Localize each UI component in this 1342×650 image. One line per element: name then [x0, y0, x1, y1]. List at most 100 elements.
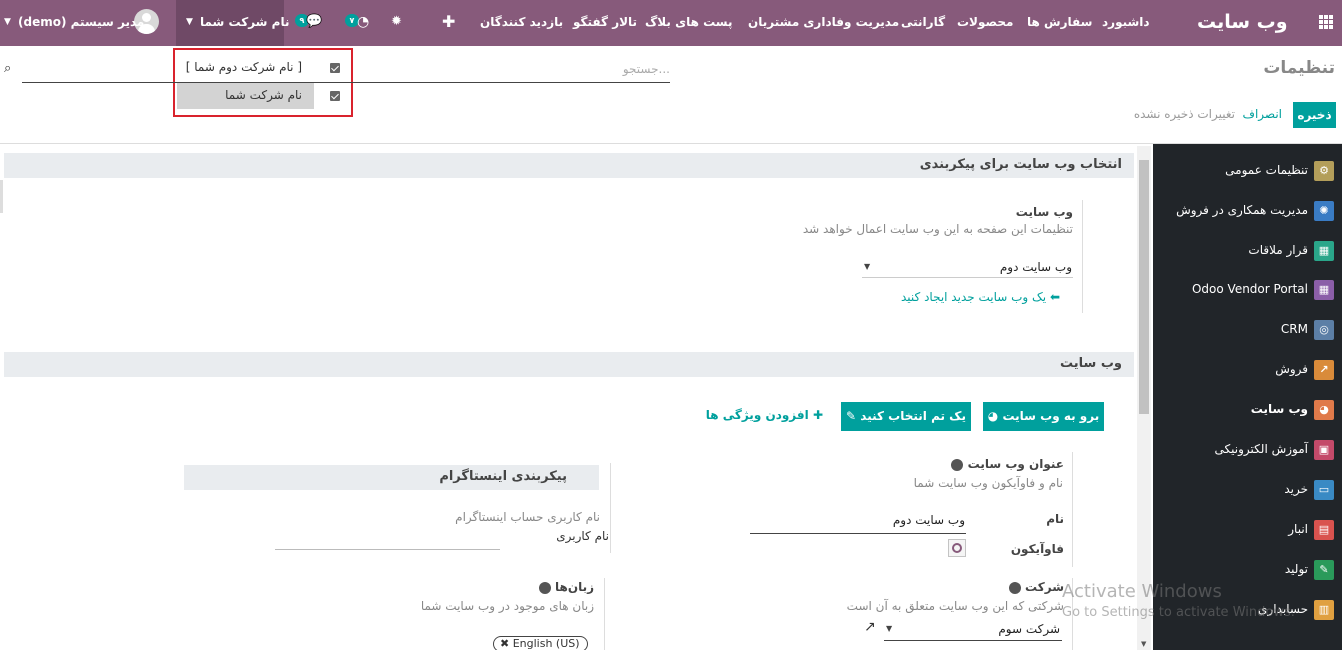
calendar-icon: ▦ — [1314, 241, 1334, 261]
scroll-down-icon[interactable]: ▼ — [1141, 640, 1146, 648]
sidebar-item-label: CRM — [1280, 322, 1308, 336]
menu-forum[interactable]: تالار گفتگو — [573, 0, 637, 46]
plus-icon[interactable]: ✚ — [442, 0, 455, 46]
sidebar-item-inventory[interactable]: ▤ انبار — [1153, 511, 1342, 551]
unsaved-status: تغییرات ذخیره نشده — [1133, 107, 1235, 121]
company-select-underline — [884, 640, 1062, 641]
sidebar-item-vendor-portal[interactable]: ▦ Odoo Vendor Portal — [1153, 271, 1342, 311]
create-website-link[interactable]: ⬅ یک وب سایت جدید ایجاد کنید — [860, 290, 1060, 304]
scrollbar-thumb[interactable] — [1139, 160, 1149, 414]
website-select-underline — [862, 277, 1073, 278]
languages-label: زبان‌ها — [480, 580, 594, 594]
user-chevron-down-icon[interactable]: ▼ — [4, 0, 11, 46]
language-tag[interactable]: ✖ English (US) — [493, 636, 588, 650]
create-website-label: یک وب سایت جدید ایجاد کنید — [901, 290, 1047, 304]
handshake-icon: ✺ — [1314, 201, 1334, 221]
sidebar-item-website[interactable]: ◕ وب سایت — [1153, 391, 1342, 431]
languages-label-text: زبان‌ها — [555, 580, 594, 594]
save-button[interactable]: ذخیره — [1293, 102, 1336, 128]
settings-sidebar: ⚙ تنظیمات عمومی ✺ مدیریت همکاری در فروش … — [1153, 144, 1342, 650]
setting-left-border — [1072, 452, 1073, 567]
company-option-label: نام شرکت شما — [225, 88, 302, 102]
choose-theme-button[interactable]: یک تم انتخاب کنید ✎ — [841, 402, 971, 431]
chevron-down-icon: ▼ — [186, 17, 193, 27]
website-description: تنظیمات این صفحه به این وب سایت اعمال خو… — [802, 222, 1073, 236]
brush-icon: ✎ — [846, 409, 857, 423]
company-switcher[interactable]: ▼ نام شرکت شما — [176, 0, 289, 46]
company-option-label: [ نام شرکت دوم شما ] — [185, 60, 302, 74]
menu-warranty[interactable]: گارانتی — [901, 0, 945, 46]
sidebar-item-label: تولید — [1284, 562, 1308, 576]
sidebar-item-crm[interactable]: ◎ CRM — [1153, 311, 1342, 351]
remove-tag-icon[interactable]: ✖ — [500, 637, 509, 650]
instagram-username-label: نام کاربری — [556, 529, 609, 543]
sidebar-item-label: فروش — [1275, 362, 1308, 376]
activation-watermark-title: Activate Windows — [1062, 581, 1222, 602]
company-label-text: شرکت — [1025, 580, 1064, 594]
menu-visitors[interactable]: بازدید کنندگان — [480, 0, 563, 46]
app-brand[interactable]: وب سایت — [1197, 0, 1288, 46]
menu-orders[interactable]: سفارش ها — [1027, 0, 1092, 46]
page-title: تنظیمات — [1263, 58, 1335, 78]
dropdown-caret-icon[interactable]: ▼ — [864, 262, 870, 271]
company-switcher-label: نام شرکت شما — [200, 15, 290, 29]
setting-left-border — [1082, 200, 1083, 313]
sidebar-item-label: وب سایت — [1250, 402, 1308, 416]
left-border — [0, 180, 3, 213]
add-features-link[interactable]: ✚ افزودن ویژگی ها — [700, 408, 823, 422]
sidebar-item-elearning[interactable]: ▣ آموزش الکترونیکی — [1153, 431, 1342, 471]
divider — [0, 143, 1342, 144]
company-description: شرکتی که این وب سایت متعلق به آن است — [846, 599, 1064, 613]
company-option-second[interactable]: [ نام شرکت دوم شما ] — [177, 54, 314, 81]
checkbox-checked-icon[interactable] — [330, 63, 340, 73]
external-link-icon[interactable]: ↗ — [864, 619, 876, 635]
apps-menu-icon[interactable] — [1319, 15, 1333, 29]
add-features-label: افزودن ویژگی ها — [705, 408, 809, 422]
top-navbar: وب سایت داشبورد سفارش ها محصولات گارانتی… — [0, 0, 1342, 46]
company-label: شرکت — [960, 580, 1064, 594]
discard-button[interactable]: انصراف — [1242, 107, 1282, 121]
user-menu-label[interactable]: مدیر سیستم (demo) — [18, 0, 144, 46]
portal-icon: ▦ — [1314, 280, 1334, 300]
favicon-label: فاوآیکون — [1010, 542, 1064, 556]
sidebar-item-affiliate[interactable]: ✺ مدیریت همکاری در فروش — [1153, 192, 1342, 232]
favicon-image[interactable] — [948, 539, 966, 557]
activation-watermark-text: Go to Settings to activate Windows. — [1062, 605, 1295, 620]
website-title-label: عنوان وب سایت — [940, 457, 1064, 471]
menu-dashboard[interactable]: داشبورد — [1102, 0, 1150, 46]
company-select[interactable]: شرکت سوم — [900, 622, 1060, 636]
menu-products[interactable]: محصولات — [957, 0, 1013, 46]
website-select[interactable]: وب سایت دوم — [880, 260, 1072, 274]
sidebar-item-general-settings[interactable]: ⚙ تنظیمات عمومی — [1153, 152, 1342, 192]
gear-icon: ⚙ — [1314, 161, 1334, 181]
globe-icon: ◕ — [1314, 400, 1334, 420]
company-option-current[interactable]: نام شرکت شما — [177, 82, 314, 109]
choose-theme-label: یک تم انتخاب کنید — [860, 409, 966, 423]
language-tag-label: English (US) — [512, 637, 580, 650]
plus-icon: ✚ — [812, 408, 823, 422]
search-underline — [22, 82, 670, 83]
menu-blog-posts[interactable]: پست های بلاگ — [645, 0, 733, 46]
sidebar-item-label: Odoo Vendor Portal — [1191, 282, 1308, 296]
crm-icon: ◎ — [1314, 320, 1334, 340]
sidebar-item-sales[interactable]: ↗ فروش — [1153, 351, 1342, 391]
languages-description: زبان های موجود در وب سایت شما — [420, 599, 594, 613]
website-name-field[interactable]: وب سایت دوم — [760, 513, 965, 527]
chat-icon[interactable]: 💬 — [306, 0, 322, 46]
instagram-username-input[interactable] — [275, 549, 500, 550]
search-input[interactable]: جستجو... — [540, 62, 670, 76]
bug-icon[interactable]: ✹ — [391, 0, 402, 46]
sidebar-item-label: مدیریت همکاری در فروش — [1176, 203, 1308, 217]
sidebar-item-label: تنظیمات عمومی — [1225, 163, 1308, 177]
sidebar-item-purchase[interactable]: ▭ خرید — [1153, 471, 1342, 511]
instagram-description: نام کاربری حساب اینستاگرام — [455, 510, 600, 524]
clock-icon[interactable]: ◔ — [357, 0, 369, 46]
search-icon[interactable]: ⌕ — [4, 61, 11, 76]
go-to-website-button[interactable]: برو به وب سایت ◕ — [983, 402, 1104, 431]
section-header-website-select: انتخاب وب سایت برای پیکربندی — [4, 153, 1134, 178]
checkbox-checked-icon[interactable] — [330, 91, 340, 101]
dropdown-caret-icon[interactable]: ▼ — [886, 624, 892, 633]
sidebar-item-appointments[interactable]: ▦ قرار ملاقات — [1153, 232, 1342, 272]
website-title-text: عنوان وب سایت — [967, 457, 1064, 471]
menu-loyalty[interactable]: مدیریت وفاداری مشتریان — [748, 0, 899, 46]
